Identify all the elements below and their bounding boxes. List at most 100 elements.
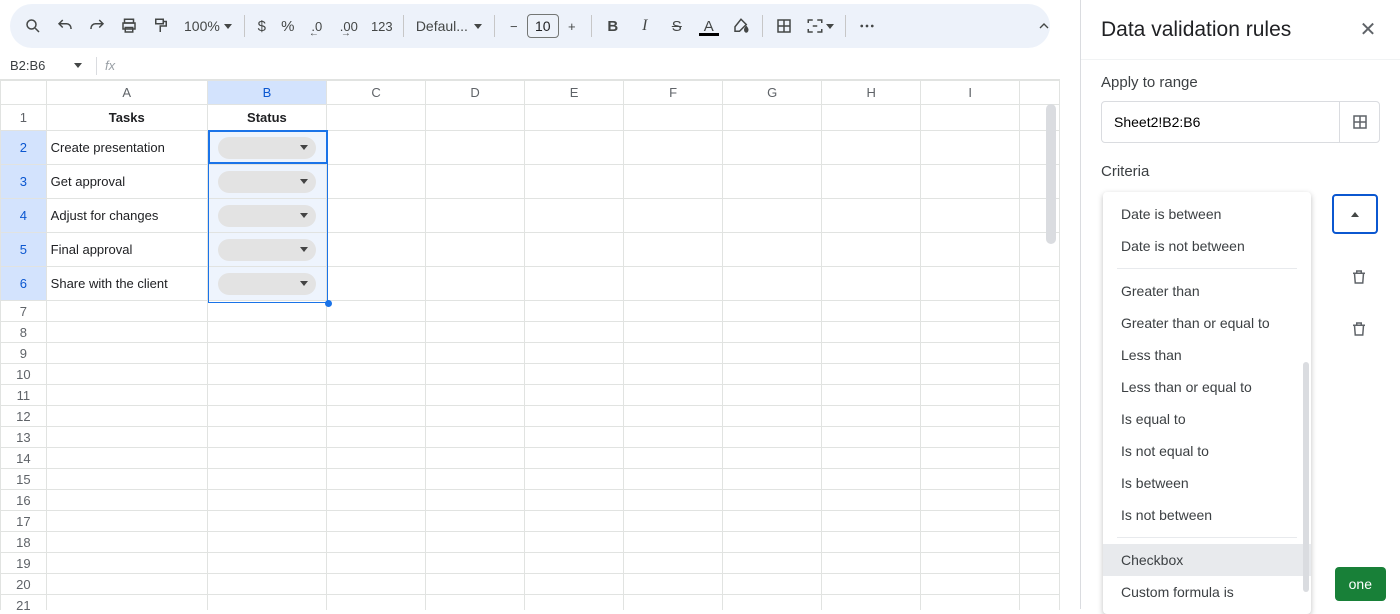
cell[interactable] (822, 233, 921, 267)
cell[interactable] (207, 343, 326, 364)
cell[interactable] (921, 322, 1020, 343)
column-header-partial[interactable] (1020, 81, 1060, 105)
cell[interactable] (525, 532, 624, 553)
cell[interactable] (525, 427, 624, 448)
column-header-e[interactable]: E (525, 81, 624, 105)
task-cell[interactable]: Create presentation (46, 131, 207, 165)
criteria-option[interactable]: Is not equal to (1103, 435, 1311, 467)
cell[interactable] (327, 267, 426, 301)
cell[interactable] (525, 553, 624, 574)
cell[interactable] (921, 553, 1020, 574)
dropdown-chip[interactable] (218, 171, 316, 193)
row-header[interactable]: 19 (1, 553, 47, 574)
column-header-b[interactable]: B (207, 81, 326, 105)
cell[interactable] (327, 364, 426, 385)
cell[interactable] (327, 574, 426, 595)
cell[interactable] (921, 511, 1020, 532)
cell[interactable] (921, 199, 1020, 233)
paint-format-icon[interactable] (146, 11, 176, 41)
font-size-increase-button[interactable]: + (559, 13, 585, 39)
format-123-button[interactable]: 123 (367, 11, 397, 41)
cell[interactable] (624, 301, 723, 322)
cell[interactable] (822, 511, 921, 532)
range-input[interactable] (1102, 102, 1339, 142)
cell[interactable] (822, 469, 921, 490)
cell[interactable] (525, 105, 624, 131)
cell[interactable] (525, 469, 624, 490)
cell[interactable] (624, 233, 723, 267)
cell[interactable] (46, 427, 207, 448)
dropdown-chip[interactable] (218, 273, 316, 295)
decrease-decimal-button[interactable]: .0 ← (303, 11, 331, 41)
cell[interactable] (723, 385, 822, 406)
cell[interactable] (1020, 343, 1060, 364)
row-header[interactable]: 13 (1, 427, 47, 448)
row-header[interactable]: 20 (1, 574, 47, 595)
cell[interactable] (1020, 574, 1060, 595)
cell[interactable] (723, 553, 822, 574)
cell[interactable] (426, 385, 525, 406)
cell[interactable] (525, 490, 624, 511)
cell[interactable] (1020, 267, 1060, 301)
cell[interactable] (822, 406, 921, 427)
cell[interactable] (723, 267, 822, 301)
cell[interactable] (723, 406, 822, 427)
cell[interactable] (525, 574, 624, 595)
cell[interactable] (1020, 322, 1060, 343)
cell[interactable] (723, 574, 822, 595)
cell[interactable] (207, 165, 326, 199)
cell[interactable] (822, 385, 921, 406)
cell[interactable] (624, 469, 723, 490)
cell[interactable] (525, 233, 624, 267)
cell[interactable] (723, 364, 822, 385)
cell[interactable] (426, 343, 525, 364)
task-cell[interactable]: Get approval (46, 165, 207, 199)
cell[interactable] (921, 131, 1020, 165)
cell[interactable] (624, 406, 723, 427)
cell[interactable] (921, 448, 1020, 469)
cell[interactable] (624, 385, 723, 406)
fill-color-button[interactable] (726, 11, 756, 41)
cell[interactable] (327, 427, 426, 448)
cell[interactable] (525, 406, 624, 427)
cell[interactable] (822, 301, 921, 322)
column-header-f[interactable]: F (624, 81, 723, 105)
cell[interactable] (921, 301, 1020, 322)
cell[interactable] (327, 343, 426, 364)
criteria-option[interactable]: Date is not between (1103, 230, 1311, 262)
cell[interactable] (525, 343, 624, 364)
criteria-option[interactable]: Less than (1103, 339, 1311, 371)
cell[interactable] (723, 131, 822, 165)
undo-icon[interactable] (50, 11, 80, 41)
merge-cells-button[interactable] (801, 11, 839, 41)
cell[interactable] (822, 490, 921, 511)
cell[interactable] (921, 469, 1020, 490)
cell[interactable] (426, 267, 525, 301)
column-header-d[interactable]: D (426, 81, 525, 105)
dropdown-chip[interactable] (218, 239, 316, 261)
cell[interactable] (1020, 490, 1060, 511)
cell[interactable] (525, 511, 624, 532)
cell[interactable] (822, 131, 921, 165)
cell[interactable] (822, 532, 921, 553)
cell[interactable] (723, 322, 822, 343)
cell[interactable] (426, 165, 525, 199)
cell[interactable] (46, 343, 207, 364)
cell[interactable] (624, 105, 723, 131)
cell[interactable] (1020, 595, 1060, 611)
cell[interactable] (426, 448, 525, 469)
cell[interactable] (822, 364, 921, 385)
cell[interactable] (426, 364, 525, 385)
column-header-c[interactable]: C (327, 81, 426, 105)
cell[interactable] (426, 406, 525, 427)
cell[interactable] (525, 595, 624, 611)
cell[interactable] (426, 469, 525, 490)
delete-icon[interactable] (1348, 318, 1370, 340)
cell[interactable] (525, 267, 624, 301)
cell[interactable] (624, 199, 723, 233)
cell[interactable] (327, 469, 426, 490)
criteria-select[interactable] (1332, 194, 1378, 234)
cell[interactable] (723, 532, 822, 553)
cell[interactable] (426, 490, 525, 511)
column-header-g[interactable]: G (723, 81, 822, 105)
